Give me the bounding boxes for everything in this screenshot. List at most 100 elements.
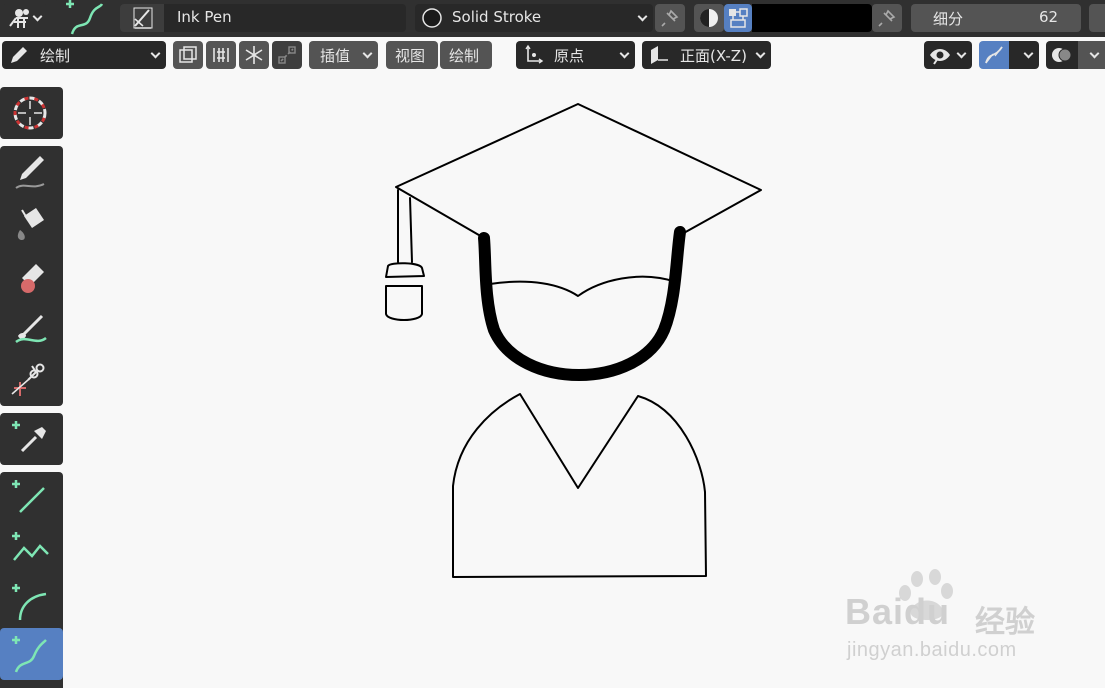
eyedropper-icon [12,421,46,453]
pin-icon [878,9,896,27]
brush-preview [120,4,164,32]
active-tool-indicator[interactable] [54,0,112,37]
tool-group-paint [0,146,63,406]
hair-line [489,275,677,297]
curve-icon [12,636,47,673]
view-menu[interactable]: 视图 [386,41,438,69]
header-overflow[interactable] [1089,4,1105,32]
half-circle-icon [700,9,718,27]
chevron-down-icon [1089,48,1100,59]
fill-bucket-icon [17,208,44,240]
interpolate-menu[interactable]: 插值 [309,41,378,69]
overlay-menu[interactable] [1046,41,1105,69]
chevron-down-icon [1023,48,1034,59]
tool-group-cursor [0,87,63,139]
face-outline [478,226,686,381]
subdivide-value: 62 [1039,8,1059,26]
curve-edit-icon [985,46,1003,64]
overlay-dropdown[interactable] [1078,41,1105,69]
pin-color-button[interactable] [872,4,902,32]
mode-label: 绘制 [40,47,71,65]
brush-selector[interactable]: Ink Pen [120,4,406,32]
eye-icon [930,49,950,65]
gizmo-menu[interactable] [1009,41,1039,69]
material-selector[interactable]: Solid Stroke [415,4,653,32]
multiframe-button[interactable] [173,41,203,69]
watermark-url: jingyan.baidu.com [847,639,1017,661]
curve-tool-icon [66,0,104,35]
link-button[interactable] [272,41,302,69]
cap-board [395,103,762,239]
vertex-paint-icon [729,8,748,28]
draw-menu[interactable]: 绘制 [440,41,492,69]
curve-tool[interactable] [0,628,63,680]
cutter-tool[interactable] [0,354,63,406]
overlay-circles-icon [1052,48,1072,62]
scissors-icon [11,363,45,396]
plane-icon [651,46,668,64]
chevron-down-icon [150,48,161,59]
material-name: Solid Stroke [452,8,542,26]
origin-axis-icon [525,44,544,64]
arc-icon [12,584,47,621]
erase-tool[interactable] [0,250,63,302]
mode-selector[interactable]: 绘制 [2,41,166,69]
arc-tool[interactable] [0,576,63,628]
cursor-tool[interactable] [0,87,63,139]
pencil-icon [11,47,27,63]
watermark: Baidu 经验 jingyan.baidu.com [845,567,1050,667]
interpolate-label: 插值 [320,47,351,65]
subdivide-label: 细分 [933,10,964,28]
eraser-icon [21,264,44,293]
chevron-down-icon [362,48,373,59]
line-tool[interactable] [0,472,63,524]
draw-tool[interactable] [0,146,63,198]
color-mode-material-button[interactable] [694,4,724,32]
subdivide-field[interactable]: 细分 62 [911,4,1081,32]
gizmo-toggle[interactable] [979,41,1009,69]
cap-tassel [385,189,425,321]
viewport-icon [9,9,29,28]
layers-icon [179,46,197,63]
visibility-menu[interactable] [924,41,972,69]
snowflake-icon [245,46,263,64]
watermark-brand-cn: 经验 [975,605,1035,640]
brush-name: Ink Pen [177,8,232,26]
body-outline [452,393,707,578]
tint-tool[interactable] [0,302,63,354]
link-icon [278,46,296,64]
pin-material-button[interactable] [655,4,685,32]
tool-group-primitives [0,472,63,688]
polyline-tool[interactable] [0,524,63,576]
line-icon [12,480,45,513]
editor-type-menu[interactable] [2,4,48,32]
origin-label: 原点 [554,47,585,65]
tool-group-eyedropper [0,413,63,465]
material-sphere-icon [422,8,442,28]
watermark-brand: Baidu [845,591,951,632]
color-mode-vertex-button[interactable] [724,4,752,32]
pen-brush-icon [133,7,153,29]
draw-pencil-icon [15,156,45,189]
plane-label: 正面(X-Z) [680,47,747,65]
chevron-down-icon [956,48,967,59]
chevron-down-icon [619,48,630,59]
tool-header: Ink Pen Solid Stroke 细分 62 [0,0,1105,37]
eyedropper-tool[interactable] [0,413,63,465]
polyline-icon [12,532,49,561]
chevron-down-icon [755,48,766,59]
chevron-down-icon [637,11,648,22]
draw-label: 绘制 [449,47,480,65]
freeze-button[interactable] [239,41,269,69]
drawing-plane-selector[interactable]: 正面(X-Z) [642,41,771,69]
lock-axis-button[interactable] [206,41,236,69]
tint-brush-icon [15,314,47,344]
stroke-color-swatch[interactable] [752,4,872,32]
origin-selector[interactable]: 原点 [516,41,635,69]
fill-tool[interactable] [0,198,63,250]
view-label: 视图 [395,47,426,65]
viewport-header: 绘制 插值 视图 绘制 原点 正面(X-Z) [0,37,1105,77]
cursor-icon [13,96,47,130]
lock-icon [213,48,229,62]
pin-icon [661,9,679,27]
